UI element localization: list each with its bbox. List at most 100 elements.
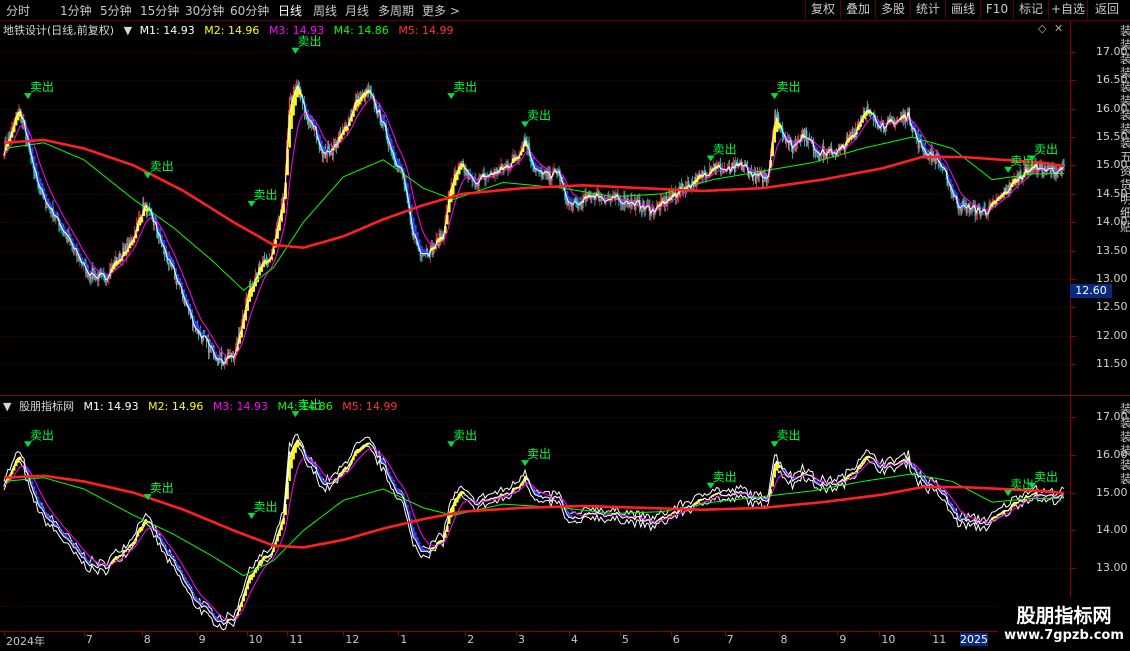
sell-signal-label: 卖出 — [297, 398, 321, 412]
candle-body — [46, 206, 48, 209]
axis-tick-mark — [1070, 335, 1076, 337]
period-tab-more[interactable]: 更多 > — [422, 2, 460, 19]
sell-signal-label: 卖出 — [777, 428, 801, 442]
statistics-button[interactable]: 统计 — [910, 0, 945, 19]
date-axis-label: 8 — [143, 633, 151, 646]
side-text-char: 装 — [1120, 24, 1130, 38]
side-text-main: 装装装装装装装装装五资货明细贴 — [1120, 24, 1130, 234]
price-tick-label: 14.00 — [1096, 523, 1128, 537]
date-axis-tick — [141, 632, 143, 636]
candlestick-chart-main: 卖出卖出卖出卖出卖出卖出卖出卖出卖出卖出 — [3, 35, 1065, 370]
date-axis-label: 10 — [881, 633, 896, 646]
price-tick-label: 15.00 — [1096, 485, 1128, 499]
candle-body — [792, 147, 795, 153]
period-tab-daily[interactable]: 日线 — [278, 2, 302, 19]
side-text-char: 贴 — [1120, 220, 1130, 234]
candle-body — [650, 214, 652, 216]
date-axis-tick — [619, 632, 621, 636]
date-axis-label: 8 — [780, 633, 788, 646]
candle-body — [421, 255, 424, 257]
side-text-char: 装 — [1120, 402, 1130, 416]
candle-body — [805, 130, 808, 143]
period-tab-monthly[interactable]: 月线 — [345, 2, 369, 19]
date-axis-label: 2 — [467, 633, 475, 646]
axis-tick-mark — [1070, 193, 1076, 195]
date-axis-label: 3 — [518, 633, 526, 646]
candle-body — [193, 326, 195, 328]
period-tab-5min[interactable]: 5分钟 — [100, 2, 132, 19]
sell-signal-label: 卖出 — [30, 428, 54, 442]
date-axis-tick — [879, 632, 881, 636]
candle-body — [513, 155, 515, 157]
candle-body — [1004, 187, 1006, 189]
m3-line — [3, 97, 1065, 357]
m3-line — [3, 447, 1065, 620]
date-axis-tick — [930, 632, 932, 636]
multi-stock-button[interactable]: 多股 — [875, 0, 910, 19]
side-text-char: 细 — [1120, 206, 1130, 220]
side-text-char: 装 — [1120, 430, 1130, 444]
candle-body — [222, 364, 225, 366]
back-button[interactable]: 返回 — [1087, 0, 1126, 19]
date-axis-tick — [724, 632, 726, 636]
date-axis-tick — [516, 632, 518, 636]
date-axis-label-current: 2025 — [960, 633, 988, 646]
period-tab-1min[interactable]: 1分钟 — [60, 2, 92, 19]
side-text-char: 装 — [1120, 108, 1130, 122]
sell-signal-label: 卖出 — [713, 470, 737, 484]
candle-body — [986, 215, 988, 217]
mark-button[interactable]: 标记 — [1013, 0, 1048, 19]
sell-signal-label: 卖出 — [1034, 142, 1058, 156]
candle-body — [962, 201, 964, 204]
axis-tick-mark — [1070, 417, 1076, 419]
side-text-char: 装 — [1120, 66, 1130, 80]
price-tick-label: 12.50 — [1096, 300, 1128, 314]
axis-tick-mark — [1070, 455, 1076, 457]
axis-tick-mark — [1070, 250, 1076, 252]
date-axis-label: 11 — [932, 633, 947, 646]
axis-tick-mark — [1070, 137, 1076, 139]
axis-tick-mark — [1070, 530, 1076, 532]
overlay-button[interactable]: 叠加 — [840, 0, 875, 19]
draw-line-button[interactable]: 画线 — [945, 0, 980, 19]
date-axis-tick — [343, 632, 345, 636]
sell-signal-label: 卖出 — [297, 35, 321, 49]
price-tick-label: 11.50 — [1096, 356, 1128, 370]
period-tab-30min[interactable]: 30分钟 — [185, 2, 224, 19]
f10-button[interactable]: F10 — [980, 0, 1013, 19]
price-tick-label: 13.50 — [1096, 243, 1128, 257]
date-axis-label: 7 — [726, 633, 734, 646]
period-toolbar: 分时 1分钟 5分钟 15分钟 30分钟 60分钟 日线 周线 月线 多周期 更… — [0, 0, 1130, 21]
date-axis-tick — [83, 632, 85, 636]
sell-signal-label: 卖出 — [453, 428, 477, 442]
period-tab-15min[interactable]: 15分钟 — [140, 2, 179, 19]
date-axis-tick — [670, 632, 672, 636]
period-tab-60min[interactable]: 60分钟 — [230, 2, 269, 19]
side-text-char: 装 — [1120, 122, 1130, 136]
candle-body — [441, 234, 443, 236]
sell-signal-label: 卖出 — [254, 500, 278, 514]
watermark-url: www.7gpzb.com — [1004, 628, 1124, 643]
side-text-sub: 装装装装装装 — [1120, 402, 1130, 486]
period-tab-intraday[interactable]: 分时 — [6, 2, 30, 19]
period-tab-weekly[interactable]: 周线 — [313, 2, 337, 19]
date-axis-label: 4 — [570, 633, 578, 646]
candle-body — [380, 123, 383, 126]
axis-tick-mark — [1070, 108, 1076, 110]
sell-signal-label: 卖出 — [150, 481, 174, 495]
price-tick-label: 13.00 — [1096, 271, 1128, 285]
add-watchlist-button[interactable]: +自选 — [1048, 0, 1087, 19]
date-axis-tick — [778, 632, 780, 636]
sell-signal-label: 卖出 — [1034, 470, 1058, 484]
date-axis: 2024年7891011121234567891011122025 — [0, 631, 1130, 651]
candle-body — [625, 203, 627, 206]
period-tab-multi[interactable]: 多周期 — [378, 2, 414, 19]
m1-line — [3, 439, 1065, 626]
axis-tick-mark — [1070, 492, 1076, 494]
axis-tick-mark — [1070, 278, 1076, 280]
candle-body — [798, 139, 801, 141]
adjust-button[interactable]: 复权 — [805, 0, 840, 19]
axis-tick-mark — [1070, 568, 1076, 570]
side-text-char: 资 — [1120, 164, 1130, 178]
candle-body — [99, 271, 101, 273]
